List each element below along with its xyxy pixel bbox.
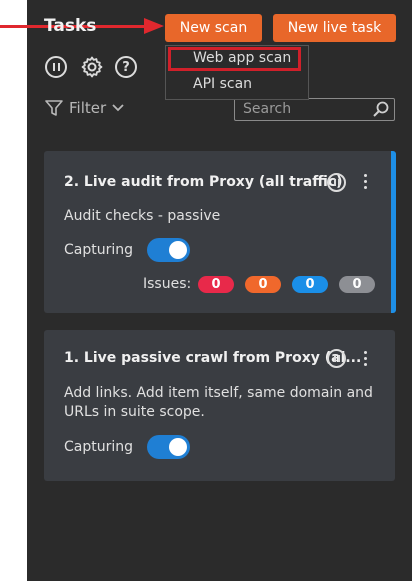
task-title: 2. Live audit from Proxy (all traffic) <box>64 174 343 190</box>
new-live-task-button[interactable]: New live task <box>273 14 396 42</box>
pause-task-icon[interactable] <box>327 349 346 368</box>
issues-medium-badge[interactable]: 0 <box>245 276 281 293</box>
more-options-icon[interactable] <box>364 351 368 369</box>
capturing-label: Capturing <box>64 439 134 455</box>
search-icon <box>373 101 389 117</box>
pause-icon <box>333 179 340 186</box>
pause-task-icon[interactable] <box>327 173 346 192</box>
toggle-knob <box>169 438 187 456</box>
pause-icon <box>333 355 340 362</box>
new-scan-button[interactable]: New scan <box>165 14 262 42</box>
pause-icon <box>52 63 60 71</box>
filter-label: Filter <box>69 99 107 117</box>
task-card[interactable]: 1. Live passive crawl from Proxy (al... … <box>44 330 395 481</box>
toggle-knob <box>169 241 187 259</box>
annotation-highlight-box <box>168 47 301 71</box>
filter-dropdown[interactable]: Filter <box>45 99 124 117</box>
issues-label: Issues: <box>143 276 192 292</box>
capturing-toggle[interactable] <box>147 238 190 262</box>
task-description-line-1: Add links. Add item itself, same domain … <box>64 385 373 401</box>
pause-all-icon[interactable] <box>45 56 67 78</box>
task-description-line-2: URLs in suite scope. <box>64 404 205 420</box>
issues-high-badge[interactable]: 0 <box>198 276 234 293</box>
task-card[interactable]: 2. Live audit from Proxy (all traffic) A… <box>44 151 396 313</box>
issues-info-badge[interactable]: 0 <box>339 276 375 293</box>
chevron-down-icon <box>112 104 124 112</box>
page-title: Tasks <box>44 16 97 36</box>
capturing-label: Capturing <box>64 242 134 258</box>
help-icon[interactable]: ? <box>115 56 137 78</box>
capturing-toggle[interactable] <box>147 435 190 459</box>
task-description: Audit checks - passive <box>64 208 221 224</box>
search-input[interactable]: Search <box>234 98 395 121</box>
menu-item-api-scan[interactable]: API scan <box>193 76 252 92</box>
issues-low-badge[interactable]: 0 <box>292 276 328 293</box>
more-options-icon[interactable] <box>364 174 368 192</box>
task-title: 1. Live passive crawl from Proxy (al... <box>64 350 362 366</box>
annotation-arrow-head <box>144 18 164 34</box>
filter-icon <box>45 99 63 116</box>
gear-icon[interactable] <box>80 55 104 79</box>
